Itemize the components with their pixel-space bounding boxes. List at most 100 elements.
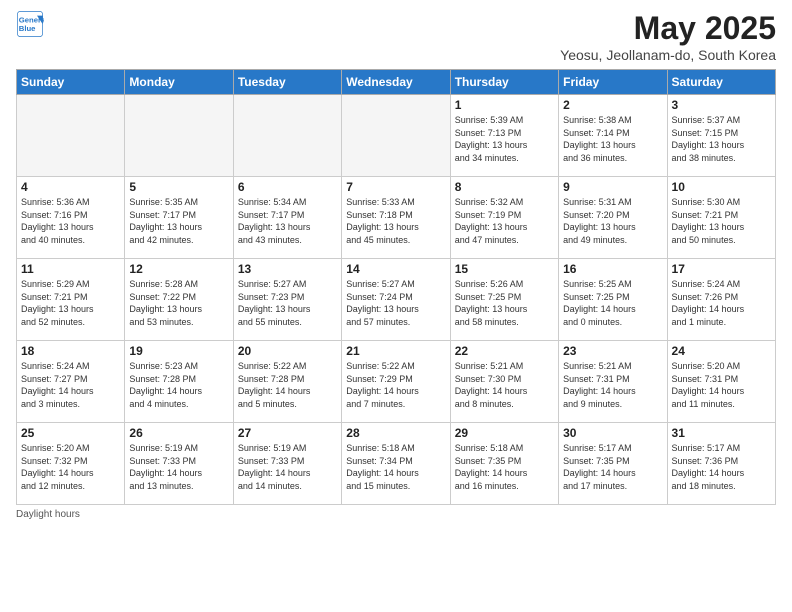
- weekday-header-friday: Friday: [559, 70, 667, 95]
- day-info: Sunrise: 5:17 AM Sunset: 7:36 PM Dayligh…: [672, 442, 771, 492]
- day-number: 17: [672, 262, 771, 276]
- day-number: 2: [563, 98, 662, 112]
- day-info: Sunrise: 5:35 AM Sunset: 7:17 PM Dayligh…: [129, 196, 228, 246]
- day-info: Sunrise: 5:20 AM Sunset: 7:32 PM Dayligh…: [21, 442, 120, 492]
- svg-text:Blue: Blue: [19, 24, 36, 33]
- day-cell: 14 Sunrise: 5:27 AM Sunset: 7:24 PM Dayli…: [342, 259, 450, 341]
- day-cell: 11Sunrise: 5:29 AM Sunset: 7:21 PM Dayli…: [17, 259, 125, 341]
- day-cell: 10 Sunrise: 5:30 AM Sunset: 7:21 PM Dayli…: [667, 177, 775, 259]
- day-cell: 17 Sunrise: 5:24 AM Sunset: 7:26 PM Dayli…: [667, 259, 775, 341]
- day-info: Sunrise: 5:24 AM Sunset: 7:26 PM Dayligh…: [672, 278, 771, 328]
- day-number: 19: [129, 344, 228, 358]
- day-cell: 30 Sunrise: 5:17 AM Sunset: 7:35 PM Dayli…: [559, 423, 667, 505]
- day-number: 29: [455, 426, 554, 440]
- logo: General Blue: [16, 10, 46, 38]
- day-info: Sunrise: 5:22 AM Sunset: 7:28 PM Dayligh…: [238, 360, 337, 410]
- logo-icon: General Blue: [16, 10, 44, 38]
- day-cell: 2Sunrise: 5:38 AM Sunset: 7:14 PM Daylig…: [559, 95, 667, 177]
- day-cell: 3 Sunrise: 5:37 AM Sunset: 7:15 PM Daylig…: [667, 95, 775, 177]
- day-info: Sunrise: 5:36 AM Sunset: 7:16 PM Dayligh…: [21, 196, 120, 246]
- day-info: Sunrise: 5:24 AM Sunset: 7:27 PM Dayligh…: [21, 360, 120, 410]
- day-info: Sunrise: 5:19 AM Sunset: 7:33 PM Dayligh…: [129, 442, 228, 492]
- day-cell: 26 Sunrise: 5:19 AM Sunset: 7:33 PM Dayli…: [125, 423, 233, 505]
- day-info: Sunrise: 5:26 AM Sunset: 7:25 PM Dayligh…: [455, 278, 554, 328]
- day-number: 3: [672, 98, 771, 112]
- header: General Blue May 2025 Yeosu, Jeollanam-d…: [16, 10, 776, 63]
- day-number: 10: [672, 180, 771, 194]
- day-cell: 22 Sunrise: 5:21 AM Sunset: 7:30 PM Dayli…: [450, 341, 558, 423]
- day-info: Sunrise: 5:25 AM Sunset: 7:25 PM Dayligh…: [563, 278, 662, 328]
- day-info: Sunrise: 5:21 AM Sunset: 7:31 PM Dayligh…: [563, 360, 662, 410]
- week-row-5: 25Sunrise: 5:20 AM Sunset: 7:32 PM Dayli…: [17, 423, 776, 505]
- day-number: 22: [455, 344, 554, 358]
- day-info: Sunrise: 5:30 AM Sunset: 7:21 PM Dayligh…: [672, 196, 771, 246]
- day-info: Sunrise: 5:21 AM Sunset: 7:30 PM Dayligh…: [455, 360, 554, 410]
- day-cell: 18 Sunrise: 5:24 AM Sunset: 7:27 PM Dayli…: [17, 341, 125, 423]
- week-row-4: 18 Sunrise: 5:24 AM Sunset: 7:27 PM Dayli…: [17, 341, 776, 423]
- day-cell: 28Sunrise: 5:18 AM Sunset: 7:34 PM Dayli…: [342, 423, 450, 505]
- page: General Blue May 2025 Yeosu, Jeollanam-d…: [0, 0, 792, 530]
- day-cell: 6 Sunrise: 5:34 AM Sunset: 7:17 PM Daylig…: [233, 177, 341, 259]
- day-number: 20: [238, 344, 337, 358]
- day-number: 5: [129, 180, 228, 194]
- day-cell: 4Sunrise: 5:36 AM Sunset: 7:16 PM Daylig…: [17, 177, 125, 259]
- day-cell: 12 Sunrise: 5:28 AM Sunset: 7:22 PM Dayli…: [125, 259, 233, 341]
- day-number: 23: [563, 344, 662, 358]
- day-cell: 20 Sunrise: 5:22 AM Sunset: 7:28 PM Dayli…: [233, 341, 341, 423]
- day-info: Sunrise: 5:27 AM Sunset: 7:23 PM Dayligh…: [238, 278, 337, 328]
- week-row-1: 1 Sunrise: 5:39 AM Sunset: 7:13 PM Daylig…: [17, 95, 776, 177]
- weekday-header-wednesday: Wednesday: [342, 70, 450, 95]
- day-info: Sunrise: 5:27 AM Sunset: 7:24 PM Dayligh…: [346, 278, 445, 328]
- day-number: 31: [672, 426, 771, 440]
- weekday-header-saturday: Saturday: [667, 70, 775, 95]
- day-number: 14: [346, 262, 445, 276]
- day-cell: 15Sunrise: 5:26 AM Sunset: 7:25 PM Dayli…: [450, 259, 558, 341]
- day-cell: [342, 95, 450, 177]
- day-number: 9: [563, 180, 662, 194]
- month-title: May 2025: [560, 10, 776, 47]
- day-cell: 25Sunrise: 5:20 AM Sunset: 7:32 PM Dayli…: [17, 423, 125, 505]
- day-number: 6: [238, 180, 337, 194]
- week-row-3: 11Sunrise: 5:29 AM Sunset: 7:21 PM Dayli…: [17, 259, 776, 341]
- day-cell: 13 Sunrise: 5:27 AM Sunset: 7:23 PM Dayli…: [233, 259, 341, 341]
- day-cell: [17, 95, 125, 177]
- day-info: Sunrise: 5:23 AM Sunset: 7:28 PM Dayligh…: [129, 360, 228, 410]
- day-cell: 7Sunrise: 5:33 AM Sunset: 7:18 PM Daylig…: [342, 177, 450, 259]
- weekday-header-sunday: Sunday: [17, 70, 125, 95]
- weekday-header-tuesday: Tuesday: [233, 70, 341, 95]
- day-info: Sunrise: 5:18 AM Sunset: 7:34 PM Dayligh…: [346, 442, 445, 492]
- day-info: Sunrise: 5:34 AM Sunset: 7:17 PM Dayligh…: [238, 196, 337, 246]
- week-row-2: 4Sunrise: 5:36 AM Sunset: 7:16 PM Daylig…: [17, 177, 776, 259]
- day-cell: 19 Sunrise: 5:23 AM Sunset: 7:28 PM Dayli…: [125, 341, 233, 423]
- day-number: 1: [455, 98, 554, 112]
- day-cell: [125, 95, 233, 177]
- day-cell: 16Sunrise: 5:25 AM Sunset: 7:25 PM Dayli…: [559, 259, 667, 341]
- day-cell: 31 Sunrise: 5:17 AM Sunset: 7:36 PM Dayli…: [667, 423, 775, 505]
- day-info: Sunrise: 5:18 AM Sunset: 7:35 PM Dayligh…: [455, 442, 554, 492]
- footer-note: Daylight hours: [16, 509, 776, 520]
- day-cell: [233, 95, 341, 177]
- day-number: 26: [129, 426, 228, 440]
- day-cell: 29 Sunrise: 5:18 AM Sunset: 7:35 PM Dayli…: [450, 423, 558, 505]
- weekday-header-monday: Monday: [125, 70, 233, 95]
- day-number: 7: [346, 180, 445, 194]
- day-info: Sunrise: 5:39 AM Sunset: 7:13 PM Dayligh…: [455, 114, 554, 164]
- day-number: 13: [238, 262, 337, 276]
- day-number: 12: [129, 262, 228, 276]
- day-info: Sunrise: 5:28 AM Sunset: 7:22 PM Dayligh…: [129, 278, 228, 328]
- day-number: 18: [21, 344, 120, 358]
- day-number: 27: [238, 426, 337, 440]
- day-cell: 1 Sunrise: 5:39 AM Sunset: 7:13 PM Daylig…: [450, 95, 558, 177]
- day-info: Sunrise: 5:17 AM Sunset: 7:35 PM Dayligh…: [563, 442, 662, 492]
- day-info: Sunrise: 5:37 AM Sunset: 7:15 PM Dayligh…: [672, 114, 771, 164]
- footer-label: Daylight hours: [16, 509, 80, 520]
- day-number: 21: [346, 344, 445, 358]
- day-number: 11: [21, 262, 120, 276]
- day-number: 24: [672, 344, 771, 358]
- subtitle: Yeosu, Jeollanam-do, South Korea: [560, 47, 776, 63]
- title-block: May 2025 Yeosu, Jeollanam-do, South Kore…: [560, 10, 776, 63]
- day-cell: 27Sunrise: 5:19 AM Sunset: 7:33 PM Dayli…: [233, 423, 341, 505]
- day-info: Sunrise: 5:20 AM Sunset: 7:31 PM Dayligh…: [672, 360, 771, 410]
- day-number: 30: [563, 426, 662, 440]
- weekday-header-thursday: Thursday: [450, 70, 558, 95]
